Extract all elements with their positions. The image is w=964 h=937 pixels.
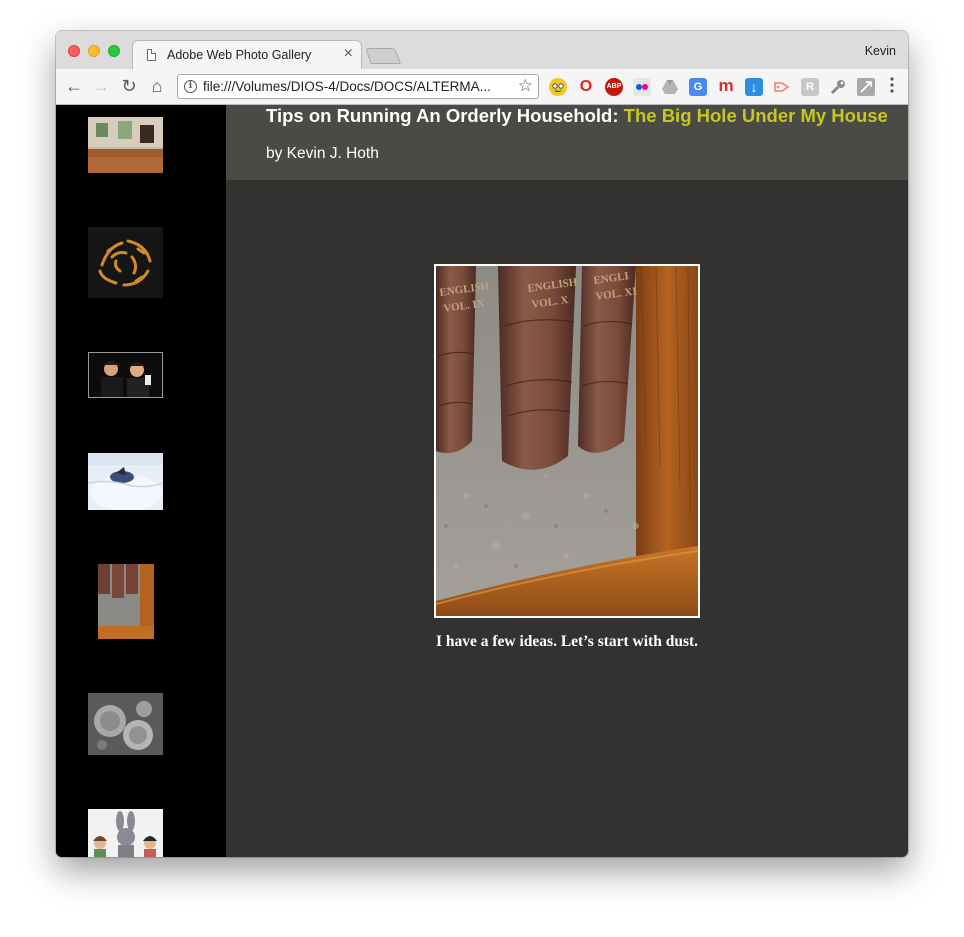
thumbnail-bunny-cartoon[interactable] bbox=[88, 809, 163, 857]
thumbnail-books-dust[interactable] bbox=[98, 564, 154, 639]
cast-extension-icon[interactable] bbox=[773, 78, 791, 96]
thumbnail-two-people[interactable] bbox=[88, 352, 163, 398]
minimize-window-button[interactable] bbox=[88, 45, 100, 57]
page-title-accent: The Big Hole Under My House bbox=[623, 105, 888, 126]
thumbnail-igloo-snow[interactable] bbox=[88, 453, 163, 510]
menu-icon[interactable] bbox=[890, 77, 894, 93]
bookmark-star-icon[interactable]: ☆ bbox=[518, 76, 533, 96]
forward-button[interactable]: → bbox=[91, 76, 111, 96]
profile-name[interactable]: Kevin bbox=[865, 44, 896, 58]
thumbnail-empty-room[interactable] bbox=[88, 117, 163, 173]
address-bar[interactable]: i file:///Volumes/DIOS-4/Docs/DOCS/ALTER… bbox=[177, 74, 539, 99]
emoji-extension-icon[interactable] bbox=[549, 78, 567, 96]
page-header: Tips on Running An Orderly Household: Th… bbox=[226, 105, 908, 180]
page-title-main: Tips on Running An Orderly Household: bbox=[266, 105, 624, 126]
page-title: Tips on Running An Orderly Household: Th… bbox=[266, 105, 888, 127]
tab-strip: Adobe Web Photo Gallery × Kevin bbox=[56, 31, 908, 69]
reload-button[interactable]: ↻ bbox=[119, 76, 139, 96]
browser-window: Adobe Web Photo Gallery × Kevin ← → ↻ ⌂ … bbox=[56, 31, 908, 857]
url-text[interactable]: file:///Volumes/DIOS-4/Docs/DOCS/ALTERMA… bbox=[203, 79, 491, 94]
m-extension-icon[interactable]: m bbox=[717, 77, 735, 96]
tab-adobe-web-photo-gallery[interactable]: Adobe Web Photo Gallery × bbox=[132, 40, 362, 69]
shortcut-extension-icon[interactable] bbox=[857, 78, 875, 96]
google-translate-extension-icon[interactable]: G bbox=[689, 78, 707, 96]
info-icon[interactable]: i bbox=[184, 80, 197, 93]
main-photo[interactable]: ENGLISH VOL. IX ENGLISH VOL. X ENGLI VOL… bbox=[434, 264, 700, 618]
tab-title: Adobe Web Photo Gallery bbox=[167, 48, 312, 62]
new-tab-button[interactable] bbox=[365, 48, 401, 64]
close-window-button[interactable] bbox=[68, 45, 80, 57]
thumbnail-dust-microscope[interactable] bbox=[88, 693, 163, 755]
readability-extension-icon[interactable]: R bbox=[801, 78, 819, 96]
page-byline: by Kevin J. Hoth bbox=[266, 145, 379, 162]
photo-caption: I have a few ideas. Let’s start with dus… bbox=[435, 633, 699, 650]
download-extension-icon[interactable]: ↓ bbox=[745, 78, 763, 96]
page-icon bbox=[147, 49, 156, 61]
opera-extension-icon[interactable]: O bbox=[577, 78, 595, 96]
browser-toolbar: ← → ↻ ⌂ i file:///Volumes/DIOS-4/Docs/DO… bbox=[56, 69, 908, 105]
page-viewport: Tips on Running An Orderly Household: Th… bbox=[56, 105, 908, 857]
tools-extension-icon[interactable] bbox=[829, 78, 847, 96]
tab-close-icon[interactable]: × bbox=[344, 45, 353, 63]
thumbnail-orange-pattern[interactable] bbox=[88, 227, 163, 298]
home-button[interactable]: ⌂ bbox=[147, 76, 167, 96]
adblock-plus-icon[interactable]: ABP bbox=[605, 78, 623, 96]
back-button[interactable]: ← bbox=[64, 76, 84, 96]
google-drive-extension-icon[interactable] bbox=[661, 78, 679, 96]
flickr-extension-icon[interactable] bbox=[633, 78, 651, 96]
zoom-window-button[interactable] bbox=[108, 45, 120, 57]
thumbnail-sidebar bbox=[56, 105, 226, 857]
